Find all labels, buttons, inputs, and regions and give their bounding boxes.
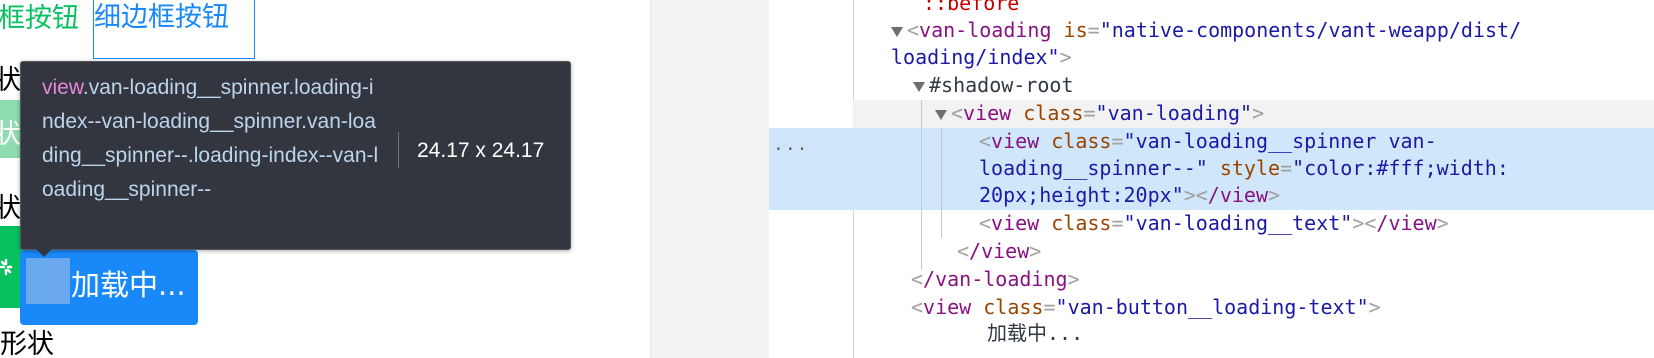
section-label-shape: 形状	[0, 329, 54, 358]
attr-name: is	[1063, 18, 1088, 42]
inspector-tooltip: view.van-loading__spinner.loading-index-…	[20, 61, 571, 250]
attr-value: van-loading__spinner van-	[1135, 129, 1437, 153]
tooltip-tag-name: view	[42, 76, 83, 99]
text-node: 加载中...	[987, 321, 1084, 345]
tooltip-arrow	[34, 247, 54, 257]
shape-text-fragment: 状	[0, 193, 21, 224]
tag-name: van-loading	[919, 18, 1052, 42]
attr-value: van-loading	[1107, 101, 1241, 125]
pane-separator[interactable]	[650, 0, 770, 358]
tree-line-spinner-cont2[interactable]: 20px;height:20px"></view>	[979, 182, 1280, 209]
attr-name: class	[1051, 129, 1112, 153]
tooltip-selector: view.van-loading__spinner.loading-index-…	[42, 71, 382, 207]
hairline-button-blue[interactable]: 细边框按钮	[93, 0, 255, 59]
indent-guide	[921, 100, 922, 270]
tooltip-class-list: .van-loading__spinner.loading-index--van…	[42, 76, 379, 201]
shape-text-fragment: 状	[0, 65, 21, 96]
simulator-preview: 框按钮 细边框按钮 状 状 状 加载中... 形状 view.van-loadi…	[0, 0, 650, 358]
expand-triangle-icon[interactable]	[935, 109, 947, 120]
tooltip-dimensions: 24.17 x 24.17	[417, 139, 545, 162]
tag-name: view	[923, 295, 972, 319]
attr-name: class	[1051, 211, 1112, 235]
loading-button-text: 加载中...	[71, 268, 186, 302]
attr-value: native-components/vant-weapp/dist/	[1111, 18, 1522, 42]
pseudo-element: ::before	[923, 0, 1020, 15]
tag-name: view	[991, 211, 1040, 235]
tag-name: view	[963, 101, 1012, 125]
plain-button-green[interactable]: 框按钮	[0, 0, 79, 42]
attr-value: color:#fff;width:	[1304, 156, 1509, 180]
loading-button-green-edge[interactable]	[0, 226, 22, 308]
attr-name: class	[1023, 101, 1084, 125]
tree-line-button-loading-text[interactable]: <view class="van-button__loading-text">	[911, 294, 1381, 321]
spinner-highlight-box	[26, 258, 70, 304]
expand-triangle-icon[interactable]	[913, 81, 925, 92]
shape-text-fragment: 状	[0, 119, 21, 150]
tree-line-spinner[interactable]: <view class="van-loading__spinner van-	[979, 128, 1437, 155]
tooltip-divider	[398, 132, 399, 168]
tree-line-loading-text[interactable]: <view class="van-loading__text"></view>	[979, 210, 1449, 237]
tree-line-shadow-root[interactable]: #shadow-root	[913, 72, 1074, 99]
closing-tag: /view	[1207, 183, 1269, 207]
attr-name: class	[983, 295, 1044, 319]
tree-line-van-loading-cont[interactable]: loading/index">	[891, 44, 1072, 71]
attr-value: van-button__loading-text	[1067, 295, 1357, 319]
shadow-root-label: #shadow-root	[929, 73, 1074, 97]
tree-line-spinner-cont[interactable]: loading__spinner--" style="color:#fff;wi…	[979, 155, 1509, 182]
attr-value: 20px;height:20px	[979, 183, 1172, 207]
closing-tag: /view	[1376, 211, 1437, 235]
tree-line-text-node[interactable]: 加载中...	[987, 320, 1083, 347]
tag-name: view	[991, 129, 1040, 153]
closing-tag: /view	[969, 239, 1030, 263]
tree-line-before[interactable]: ::before	[923, 0, 1019, 17]
tree-line-close-van-loading[interactable]: </van-loading>	[911, 266, 1080, 293]
attr-value: loading/index	[891, 45, 1048, 69]
indent-guide	[941, 128, 942, 238]
tree-line-close-view[interactable]: </view>	[957, 238, 1041, 265]
tree-line-van-loading[interactable]: <van-loading is="native-components/vant-…	[891, 17, 1521, 44]
closing-tag: /van-loading	[923, 267, 1068, 291]
expand-triangle-icon[interactable]	[891, 26, 903, 37]
tree-line-view-van-loading[interactable]: <view class="van-loading">	[935, 100, 1264, 127]
spinner-icon	[0, 258, 13, 276]
attr-value: van-loading__text	[1135, 211, 1341, 235]
attr-value: loading__spinner--	[979, 156, 1196, 180]
more-options-icon[interactable]: ...	[773, 134, 809, 155]
elements-tree-panel[interactable]: ... ::before <van-loading is="native-com…	[769, 0, 1654, 358]
attr-name: style	[1219, 156, 1281, 180]
